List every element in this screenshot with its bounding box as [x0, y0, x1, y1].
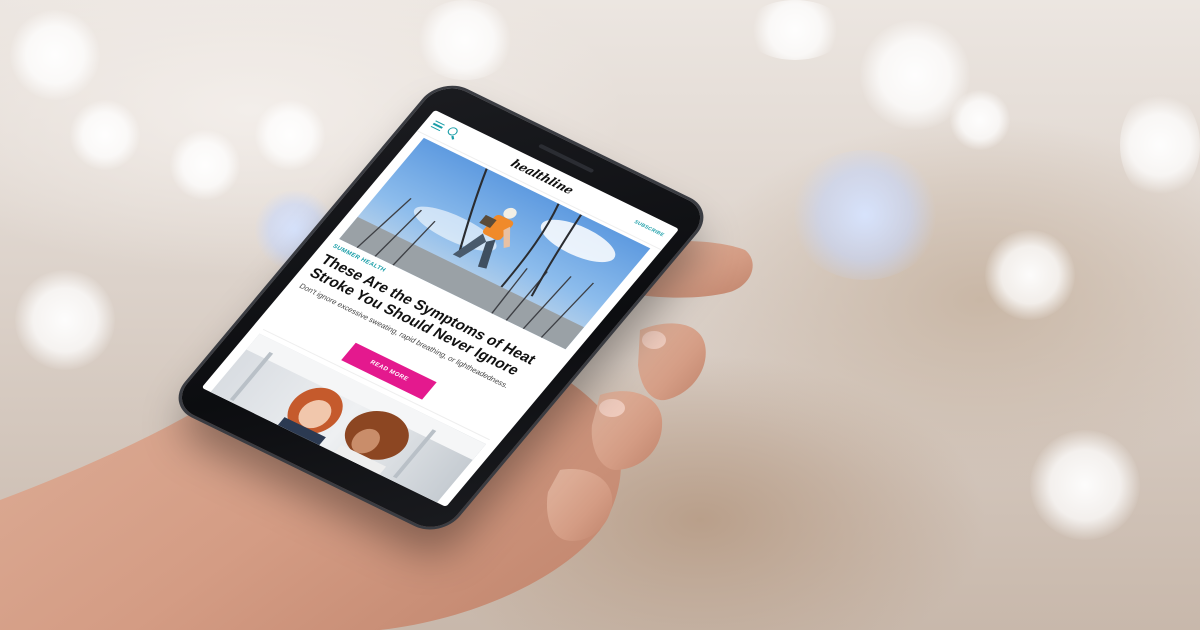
- menu-icon[interactable]: [430, 120, 445, 132]
- search-icon[interactable]: [445, 125, 460, 137]
- subscribe-link[interactable]: SUBSCRIBE: [632, 219, 665, 238]
